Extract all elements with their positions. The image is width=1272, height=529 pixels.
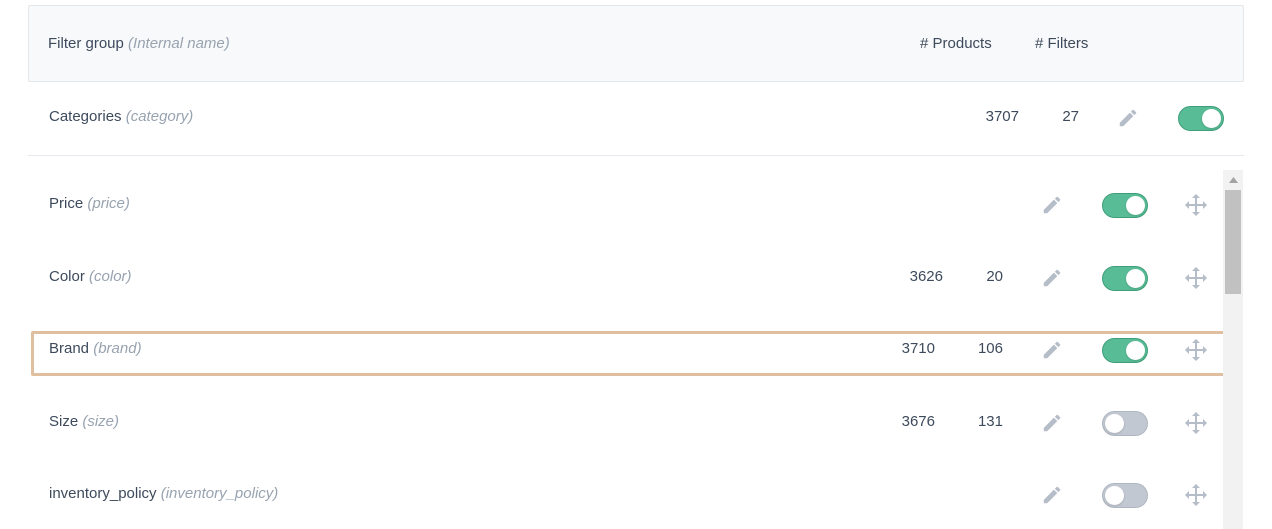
- toggle-knob: [1202, 109, 1221, 128]
- edit-button[interactable]: [1038, 264, 1066, 292]
- move-arrows-icon: [1184, 266, 1208, 290]
- drag-handle[interactable]: [1182, 191, 1210, 219]
- filter-group-internal-name: (price): [87, 195, 130, 212]
- pencil-icon: [1041, 412, 1063, 434]
- filters-count: 27: [1062, 108, 1079, 125]
- toggle-knob: [1126, 269, 1145, 288]
- filter-group-name: Brand (brand): [49, 340, 142, 357]
- header-title-label: Filter group: [48, 35, 124, 52]
- enable-toggle[interactable]: [1102, 483, 1148, 508]
- filter-group-internal-name: (color): [89, 268, 132, 285]
- pencil-icon: [1041, 339, 1063, 361]
- filters-count: 106: [977, 340, 1003, 357]
- filter-group-name: Color (color): [49, 268, 132, 285]
- products-count: 3710: [901, 340, 935, 357]
- enable-toggle[interactable]: [1178, 106, 1224, 131]
- drag-handle[interactable]: [1182, 264, 1210, 292]
- scrollbar-thumb[interactable]: [1225, 190, 1241, 294]
- products-count: 3707: [985, 108, 1019, 125]
- edit-button[interactable]: [1114, 104, 1142, 132]
- move-arrows-icon: [1184, 483, 1208, 507]
- scrollbar[interactable]: [1223, 170, 1243, 529]
- filter-group-label: inventory_policy: [49, 485, 157, 502]
- filter-group-name: inventory_policy (inventory_policy): [49, 485, 278, 502]
- filter-group-name: Categories (category): [49, 108, 193, 125]
- filter-group-label: Categories: [49, 108, 122, 125]
- edit-button[interactable]: [1038, 336, 1066, 364]
- move-arrows-icon: [1184, 411, 1208, 435]
- pencil-icon: [1117, 107, 1139, 129]
- filter-group-row-categories: Categories (category) 3707 27: [28, 93, 1244, 143]
- table-header: Filter group (Internal name) # Products …: [28, 5, 1244, 82]
- edit-button[interactable]: [1038, 191, 1066, 219]
- filter-group-internal-name: (category): [125, 108, 194, 125]
- filter-group-row-color: Color (color) 3626 20: [28, 253, 1222, 303]
- filters-count: 20: [986, 268, 1003, 285]
- toggle-knob: [1105, 486, 1124, 505]
- filter-group-internal-name: (brand): [93, 340, 142, 357]
- edit-button[interactable]: [1038, 409, 1066, 437]
- header-filters-column: # Filters: [1035, 35, 1089, 52]
- filter-group-label: Brand: [49, 340, 90, 357]
- divider: [28, 155, 1244, 156]
- move-arrows-icon: [1184, 338, 1208, 362]
- filter-groups-panel: Filter group (Internal name) # Products …: [0, 0, 1272, 529]
- drag-handle[interactable]: [1182, 409, 1210, 437]
- filter-group-internal-name: (size): [82, 413, 120, 430]
- scroll-up-arrow-icon: [1228, 170, 1238, 188]
- filter-group-row-price: Price (price): [28, 180, 1222, 230]
- header-title: Filter group (Internal name): [48, 35, 230, 52]
- drag-handle[interactable]: [1182, 481, 1210, 509]
- filter-group-label: Color: [49, 268, 85, 285]
- filter-group-row-brand: Brand (brand) 3710 106: [28, 325, 1222, 375]
- enable-toggle[interactable]: [1102, 193, 1148, 218]
- filter-group-name: Price (price): [49, 195, 130, 212]
- toggle-knob: [1126, 196, 1145, 215]
- toggle-knob: [1126, 341, 1145, 360]
- products-count: 3626: [909, 268, 943, 285]
- filter-group-label: Size: [49, 413, 79, 430]
- toggle-knob: [1105, 414, 1124, 433]
- pencil-icon: [1041, 484, 1063, 506]
- pencil-icon: [1041, 267, 1063, 289]
- scroll-up-button[interactable]: [1223, 170, 1243, 188]
- drag-handle[interactable]: [1182, 336, 1210, 364]
- products-count: 3676: [901, 413, 935, 430]
- header-title-hint: (Internal name): [128, 35, 230, 52]
- filter-group-label: Price: [49, 195, 84, 212]
- filter-group-name: Size (size): [49, 413, 119, 430]
- filter-group-row-inventory-policy: inventory_policy (inventory_policy): [28, 470, 1222, 520]
- move-arrows-icon: [1184, 193, 1208, 217]
- edit-button[interactable]: [1038, 481, 1066, 509]
- filter-group-internal-name: (inventory_policy): [160, 485, 279, 502]
- pencil-icon: [1041, 194, 1063, 216]
- header-products-column: # Products: [920, 35, 992, 52]
- enable-toggle[interactable]: [1102, 266, 1148, 291]
- filter-group-row-size: Size (size) 3676 131: [28, 398, 1222, 448]
- enable-toggle[interactable]: [1102, 411, 1148, 436]
- enable-toggle[interactable]: [1102, 338, 1148, 363]
- filters-count: 131: [977, 413, 1003, 430]
